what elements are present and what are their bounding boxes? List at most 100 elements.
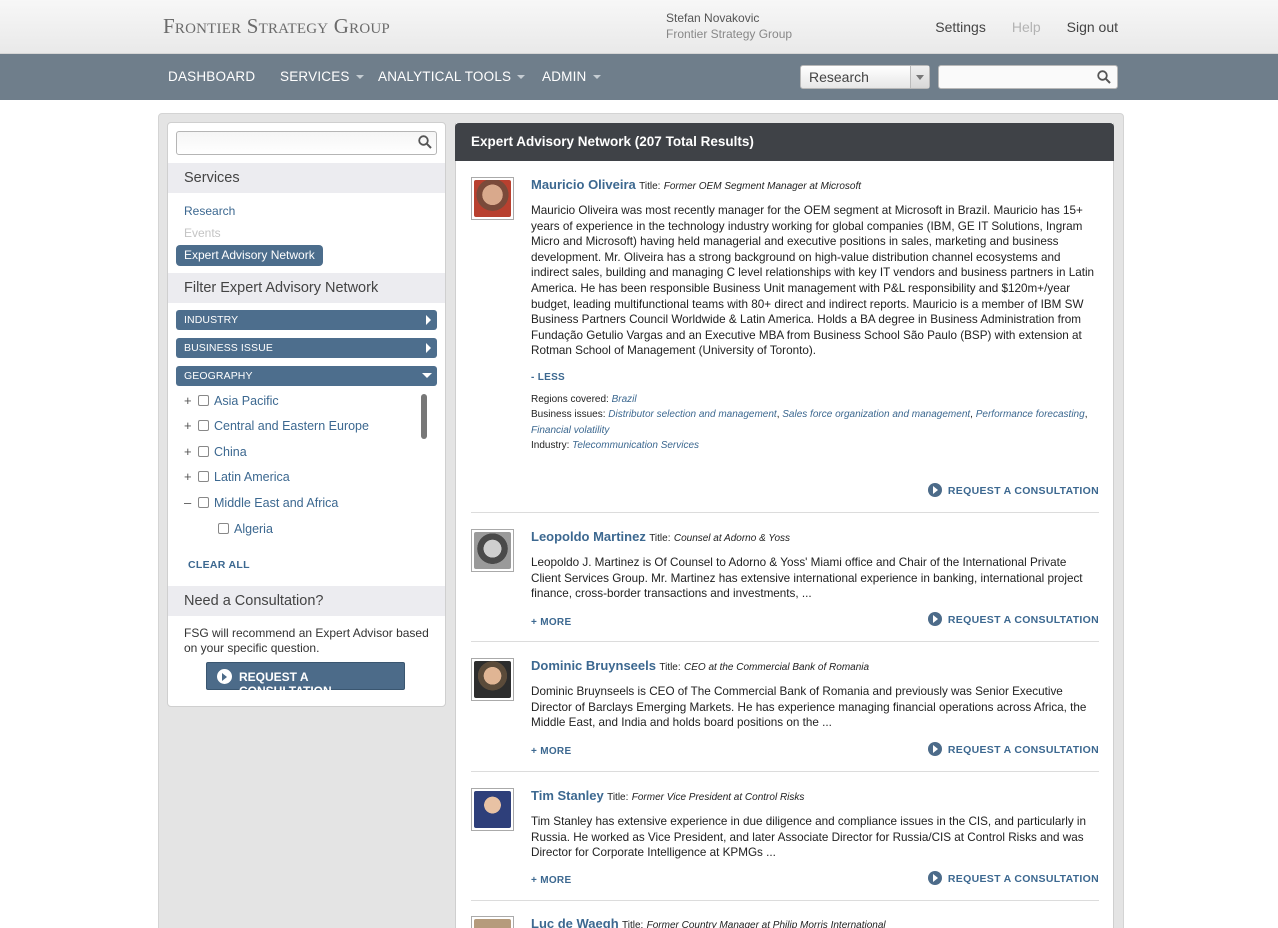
- issue-link[interactable]: Performance forecasting: [976, 409, 1085, 420]
- company-logo[interactable]: Frontier Strategy Group: [163, 14, 390, 39]
- request-consultation-link[interactable]: REQUEST A CONSULTATION: [927, 742, 1099, 756]
- geo-asia-pacific[interactable]: + Asia Pacific: [184, 393, 279, 409]
- avatar[interactable]: [471, 658, 514, 701]
- sidebar-search-input[interactable]: [176, 131, 437, 155]
- chevron-down-icon[interactable]: [910, 66, 929, 88]
- nav-analytical-tools[interactable]: ANALYTICAL TOOLS: [378, 69, 526, 84]
- less-toggle[interactable]: - LESS: [531, 372, 565, 383]
- geo-china[interactable]: + China: [184, 444, 247, 460]
- checkbox[interactable]: [198, 497, 209, 508]
- avatar[interactable]: [471, 177, 514, 220]
- checkbox[interactable]: [218, 523, 229, 534]
- title-label: Title:: [639, 181, 661, 192]
- expert-role: CEO at the Commercial Bank of Romania: [684, 662, 870, 673]
- nav-dashboard-label: DASHBOARD: [168, 69, 256, 84]
- user-info: Stefan Novakovic Frontier Strategy Group: [666, 10, 792, 42]
- expert-name-link[interactable]: Tim Stanley: [531, 788, 604, 803]
- expand-icon[interactable]: +: [184, 469, 196, 484]
- top-links: Settings Help Sign out: [909, 19, 1118, 35]
- expert-name-link[interactable]: Leopoldo Martinez: [531, 529, 646, 544]
- industry-label: Industry:: [531, 440, 570, 452]
- geo-algeria[interactable]: Algeria: [216, 522, 273, 538]
- request-consultation-link[interactable]: REQUEST A CONSULTATION: [927, 612, 1099, 626]
- search-icon[interactable]: [418, 135, 432, 149]
- service-expert-network-active[interactable]: Expert Advisory Network: [176, 245, 323, 266]
- issue-link[interactable]: Sales force organization and management: [782, 409, 970, 420]
- filter-geography[interactable]: GEOGRAPHY: [176, 366, 437, 386]
- filter-industry[interactable]: INDUSTRY: [176, 310, 437, 330]
- geo-label[interactable]: Middle East and Africa: [214, 496, 338, 510]
- region-link[interactable]: Brazil: [612, 394, 637, 405]
- checkbox[interactable]: [198, 420, 209, 431]
- more-toggle[interactable]: + MORE: [531, 617, 571, 628]
- more-toggle[interactable]: + MORE: [531, 875, 571, 886]
- collapse-icon[interactable]: –: [184, 495, 196, 510]
- expert-name-link[interactable]: Dominic Bruynseels: [531, 658, 656, 673]
- geo-label[interactable]: Latin America: [214, 470, 290, 484]
- expand-icon[interactable]: +: [184, 444, 196, 459]
- title-label: Title:: [607, 792, 629, 803]
- settings-link[interactable]: Settings: [935, 19, 986, 35]
- geo-label[interactable]: Central and Eastern Europe: [214, 419, 369, 433]
- checkbox[interactable]: [198, 471, 209, 482]
- issue-link[interactable]: Financial volatility: [531, 425, 609, 436]
- nav-dashboard[interactable]: DASHBOARD: [168, 69, 255, 84]
- help-link[interactable]: Help: [1012, 19, 1041, 35]
- request-label: REQUEST A CONSULTATION: [947, 614, 1099, 626]
- arrow-right-circle-icon: [927, 871, 942, 885]
- divider: [471, 900, 1099, 901]
- nav-services-label: SERVICES: [280, 69, 350, 84]
- request-consultation-link[interactable]: REQUEST A CONSULTATION: [927, 483, 1099, 497]
- expert-meta: Regions covered: Brazil Business issues:…: [531, 393, 1088, 452]
- geo-label[interactable]: Asia Pacific: [214, 394, 279, 408]
- chevron-right-icon: [426, 343, 431, 353]
- issues-label: Business issues:: [531, 409, 606, 421]
- geo-label[interactable]: Algeria: [234, 522, 273, 536]
- request-consultation-button[interactable]: REQUEST A CONSULTATION: [206, 662, 405, 698]
- search-scope-select[interactable]: Research: [800, 65, 930, 89]
- geo-latin-america[interactable]: + Latin America: [184, 469, 290, 485]
- filter-business-issue[interactable]: BUSINESS ISSUE: [176, 338, 437, 358]
- request-label: REQUEST A CONSULTATION: [947, 485, 1099, 497]
- expand-icon[interactable]: +: [184, 393, 196, 408]
- top-header: Frontier Strategy Group Stefan Novakovic…: [0, 0, 1278, 54]
- title-label: Title:: [649, 533, 671, 544]
- geo-label[interactable]: China: [214, 445, 247, 459]
- checkbox[interactable]: [198, 446, 209, 457]
- request-consultation-link[interactable]: REQUEST A CONSULTATION: [927, 871, 1099, 885]
- search-icon[interactable]: [1097, 70, 1111, 84]
- consultation-heading: Need a Consultation?: [168, 586, 445, 616]
- filter-geography-label: GEOGRAPHY: [184, 370, 253, 382]
- filter-business-issue-label: BUSINESS ISSUE: [184, 342, 273, 354]
- geography-scrollbar[interactable]: [421, 394, 427, 439]
- nav-admin[interactable]: ADMIN: [542, 69, 601, 84]
- search-scope-value: Research: [809, 69, 869, 85]
- service-events-link[interactable]: Events: [184, 226, 221, 240]
- checkbox[interactable]: [198, 395, 209, 406]
- clear-all-link[interactable]: CLEAR ALL: [188, 559, 250, 571]
- issue-link[interactable]: Distributor selection and management: [608, 409, 776, 420]
- arrow-right-circle-icon: [927, 742, 942, 756]
- consultation-text: FSG will recommend an Expert Advisor bas…: [184, 626, 429, 655]
- expand-icon[interactable]: +: [184, 418, 196, 433]
- more-toggle[interactable]: + MORE: [531, 746, 571, 757]
- chevron-down-icon: [355, 75, 364, 80]
- sign-out-link[interactable]: Sign out: [1067, 19, 1118, 35]
- geo-central-eastern-europe[interactable]: + Central and Eastern Europe: [184, 418, 369, 434]
- expert-role: Former OEM Segment Manager at Microsoft: [663, 181, 862, 192]
- expert-description: Tim Stanley has extensive experience in …: [531, 815, 1087, 860]
- industry-link[interactable]: Telecommunication Services: [572, 440, 699, 451]
- avatar[interactable]: [471, 788, 514, 831]
- request-label: REQUEST A CONSULTATION: [947, 744, 1099, 756]
- expert-name-link[interactable]: Luc de Waegh: [531, 916, 619, 928]
- avatar[interactable]: [471, 529, 514, 572]
- service-research-link[interactable]: Research: [184, 204, 235, 218]
- geo-middle-east-africa[interactable]: – Middle East and Africa: [184, 495, 338, 511]
- expert-description: Leopoldo J. Martinez is Of Counsel to Ad…: [531, 556, 1083, 601]
- expert-name-link[interactable]: Mauricio Oliveira: [531, 177, 636, 192]
- nav-services[interactable]: SERVICES: [280, 69, 364, 84]
- nav-admin-label: ADMIN: [542, 69, 587, 84]
- global-search-input[interactable]: [938, 65, 1118, 89]
- expert-description: Mauricio Oliveira was most recently mana…: [531, 204, 1095, 358]
- avatar[interactable]: [471, 916, 514, 928]
